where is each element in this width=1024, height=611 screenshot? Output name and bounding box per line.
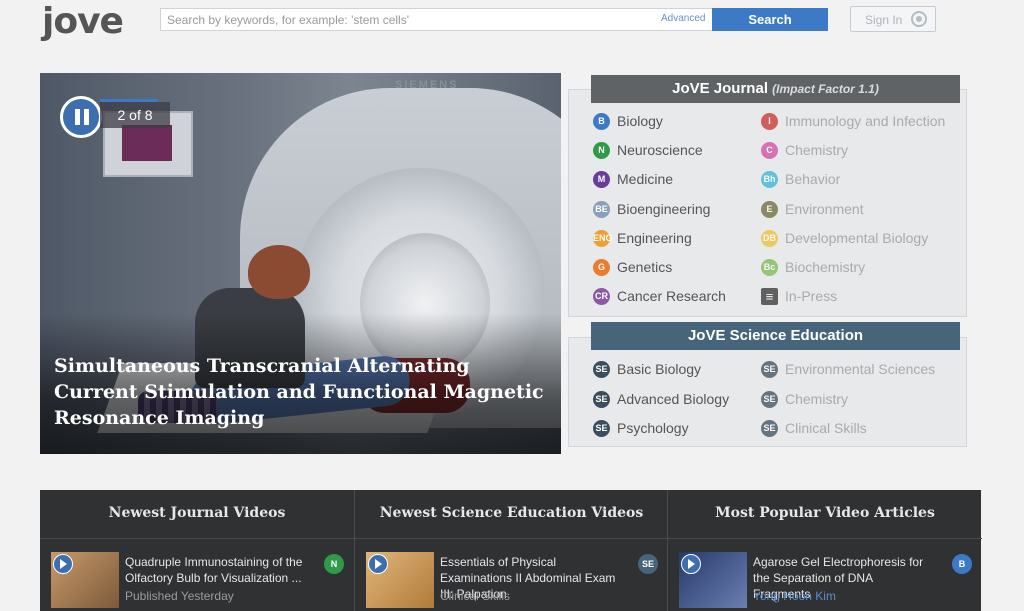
education-title: JoVE Science Education — [687, 327, 864, 344]
journal-panel-header[interactable]: JoVE Journal (Impact Factor 1.1) — [591, 75, 960, 103]
subject-label: Psychology — [617, 420, 689, 436]
subject-label: Chemistry — [785, 142, 849, 159]
subject-label: Environmental Sciences — [785, 361, 936, 377]
subject-badge-icon: SE — [593, 361, 610, 378]
subject-badge-icon: BE — [593, 200, 610, 218]
section-badge-icon: SE — [638, 554, 658, 574]
search-bar: Advanced Search — [160, 8, 828, 31]
sign-in-button[interactable]: Sign In — [850, 6, 936, 32]
education-panel-header[interactable]: JoVE Science Education — [591, 322, 960, 350]
subject-badge-icon: DB — [761, 229, 778, 247]
subject-label: In-Press — [785, 288, 838, 305]
search-button[interactable]: Search — [712, 8, 828, 31]
advanced-search-link[interactable]: Advanced — [661, 13, 705, 24]
video-meta: Clinical Skills — [440, 589, 511, 603]
subject-label: Biology — [617, 113, 663, 129]
slide-counter: 2 of 8 — [100, 102, 170, 128]
newest-education-videos: Newest Science Education Videos Essentia… — [354, 490, 668, 611]
subject-badge-icon: ENG — [593, 229, 613, 247]
jove-logo[interactable]: jove — [42, 2, 132, 42]
featured-slideshow[interactable]: SIEMENS 2 of 8 Simultaneous Transcranial… — [40, 73, 561, 454]
subject-badge-icon: G — [593, 259, 610, 276]
person-head — [248, 245, 310, 299]
subject-label: Clinical Skills — [785, 420, 867, 436]
play-icon — [681, 554, 701, 574]
subject-badge-icon: ≡ — [761, 288, 778, 306]
column-title: Most Popular Video Articles — [715, 505, 935, 521]
subject-label: Cancer Research — [617, 288, 726, 305]
monitor-screen — [122, 125, 172, 161]
subject-badge-icon: SE — [761, 390, 778, 408]
video-title[interactable]: Quadruple Immunostaining of the Olfactor… — [125, 554, 305, 586]
journal-title: JoVE Journal — [672, 80, 768, 97]
impact-factor: (Impact Factor 1.1) — [772, 82, 879, 96]
subject-badge-icon: SE — [761, 420, 778, 437]
newest-journal-videos: Newest Journal Videos Quadruple Immunost… — [40, 490, 354, 611]
subject-label: Genetics — [617, 259, 673, 275]
video-meta: Published Yesterday — [125, 589, 234, 603]
logo-text: jove — [42, 1, 124, 42]
hero-title[interactable]: Simultaneous Transcranial Alternating Cu… — [54, 353, 544, 431]
video-thumbnail[interactable] — [679, 552, 747, 608]
subject-label: Behavior — [785, 171, 841, 188]
play-icon — [368, 554, 388, 574]
subject-badge-icon: SE — [593, 390, 610, 408]
section-badge-icon: N — [324, 554, 344, 574]
subject-badge-icon: Bc — [761, 259, 778, 276]
subject-label: Advanced Biology — [617, 390, 730, 407]
subject-label: Bioengineering — [617, 200, 711, 217]
subject-label: Neuroscience — [617, 142, 703, 159]
subject-label: Developmental Biology — [785, 229, 929, 246]
subject-badge-icon: I — [761, 113, 778, 130]
video-thumbnail[interactable] — [51, 552, 119, 608]
scanner-brand: SIEMENS — [395, 79, 459, 91]
video-author[interactable]: Yong Hoon Kim — [753, 589, 836, 603]
subject-badge-icon: SE — [593, 420, 610, 437]
subject-badge-icon: B — [593, 113, 610, 130]
divider — [40, 538, 354, 539]
search-input[interactable] — [161, 9, 663, 30]
play-icon — [53, 554, 73, 574]
column-title: Newest Journal Videos — [108, 505, 286, 521]
pause-icon[interactable] — [60, 96, 102, 138]
section-badge-icon: B — [952, 554, 972, 574]
video-feeds: Newest Journal Videos Quadruple Immunost… — [40, 490, 982, 611]
column-title: Newest Science Education Videos — [379, 505, 644, 521]
subject-label: Biochemistry — [785, 259, 866, 275]
subject-badge-icon: E — [761, 200, 778, 218]
subject-label: Immunology and Infection — [785, 113, 946, 129]
subject-badge-icon: SE — [761, 361, 778, 378]
divider — [355, 538, 668, 539]
subject-label: Chemistry — [785, 390, 849, 407]
sign-in-label: Sign In — [865, 13, 903, 27]
subject-label: Environment — [785, 200, 864, 217]
subject-label: Engineering — [617, 229, 692, 246]
most-popular-articles: Most Popular Video Articles Agarose Gel … — [667, 490, 982, 611]
subject-label: Basic Biology — [617, 361, 702, 377]
video-thumbnail[interactable] — [366, 552, 434, 608]
user-icon — [911, 11, 927, 27]
divider — [668, 538, 982, 539]
subject-label: Medicine — [617, 171, 674, 188]
